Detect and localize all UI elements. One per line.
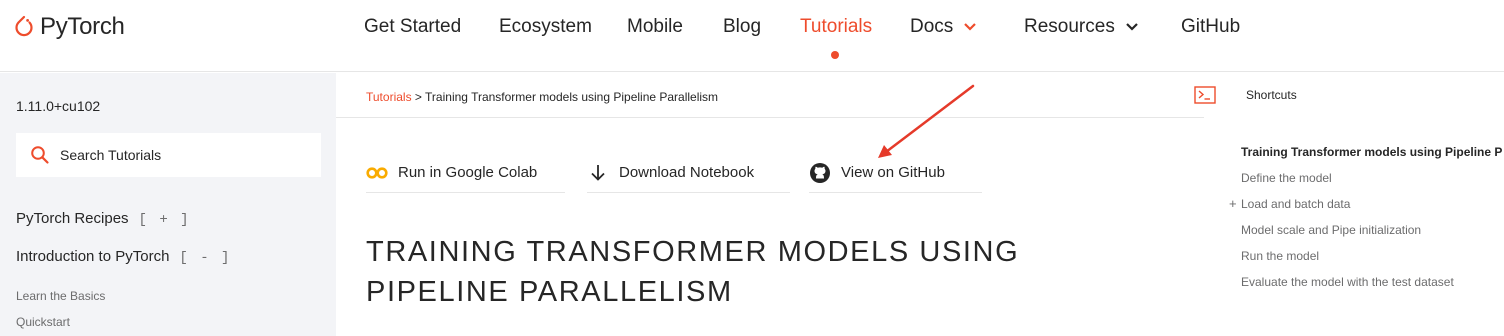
shortcuts-label: Shortcuts (1246, 88, 1297, 102)
terminal-icon (1194, 86, 1216, 104)
page-title: TRAINING TRANSFORMER MODELS USING PIPELI… (366, 236, 1020, 308)
toc-item-run-the-model[interactable]: Run the model (1241, 249, 1319, 263)
nav-ecosystem[interactable]: Ecosystem (499, 16, 592, 38)
breadcrumb: Tutorials > Training Transformer models … (366, 90, 718, 104)
nav-blog[interactable]: Blog (723, 16, 761, 38)
logo-text: PyTorch (40, 13, 125, 40)
download-notebook-button[interactable]: Download Notebook (587, 153, 790, 193)
nav-get-started[interactable]: Get Started (364, 16, 461, 38)
sidebar-section-label: PyTorch Recipes (16, 210, 129, 227)
search-icon (31, 146, 49, 164)
nav-github[interactable]: GitHub (1181, 16, 1240, 38)
version-label: 1.11.0+cu102 (16, 98, 101, 114)
action-label: Run in Google Colab (398, 164, 538, 181)
view-on-github-button[interactable]: View on GitHub (809, 153, 982, 193)
action-label: Download Notebook (619, 164, 755, 181)
nav-docs[interactable]: Docs (910, 16, 977, 38)
divider (336, 117, 1204, 118)
shortcuts-header[interactable]: Shortcuts (1194, 86, 1297, 104)
nav-mobile[interactable]: Mobile (627, 16, 683, 38)
sidebar-link-quickstart[interactable]: Quickstart (16, 315, 70, 329)
sidebar-link-learn-the-basics[interactable]: Learn the Basics (16, 289, 105, 303)
toc-expand-toggle[interactable]: + (1229, 196, 1237, 211)
collapse-toggle[interactable]: [ - ] (179, 250, 231, 266)
sidebar-section-label: Introduction to PyTorch (16, 248, 170, 265)
chevron-down-icon (1126, 23, 1138, 31)
chevron-down-icon (964, 23, 977, 31)
top-navigation-bar: PyTorch Get Started Ecosystem Mobile Blo… (0, 0, 1504, 72)
sidebar-section-introduction-to-pytorch[interactable]: Introduction to PyTorch [ - ] (16, 248, 231, 266)
search-input[interactable] (60, 147, 310, 163)
nav-resources-label: Resources (1024, 16, 1115, 37)
toc-item-load-and-batch-data[interactable]: Load and batch data (1241, 197, 1350, 211)
nav-resources[interactable]: Resources (1024, 16, 1139, 38)
colab-icon (366, 164, 388, 182)
toc-item-training-transformer[interactable]: Training Transformer models using Pipeli… (1241, 145, 1502, 159)
download-arrow-icon (587, 164, 609, 182)
toc-item-define-the-model[interactable]: Define the model (1241, 171, 1332, 185)
run-in-colab-button[interactable]: Run in Google Colab (366, 153, 565, 193)
pytorch-logo[interactable]: PyTorch (14, 12, 125, 42)
action-label: View on GitHub (841, 164, 945, 181)
breadcrumb-separator: > (411, 90, 426, 104)
pytorch-flame-icon (15, 15, 33, 37)
search-box[interactable] (16, 133, 321, 177)
expand-toggle[interactable]: [ + ] (139, 212, 191, 228)
github-icon (809, 162, 831, 183)
active-nav-indicator (831, 51, 839, 59)
breadcrumb-tutorials-link[interactable]: Tutorials (366, 90, 412, 104)
breadcrumb-current: Training Transformer models using Pipeli… (425, 90, 719, 104)
sidebar-section-pytorch-recipes[interactable]: PyTorch Recipes [ + ] (16, 210, 191, 228)
toc-item-model-scale[interactable]: Model scale and Pipe initialization (1241, 223, 1421, 237)
nav-docs-label: Docs (910, 16, 954, 37)
nav-tutorials[interactable]: Tutorials (800, 16, 872, 38)
toc-item-evaluate-the-model[interactable]: Evaluate the model with the test dataset (1241, 275, 1454, 289)
